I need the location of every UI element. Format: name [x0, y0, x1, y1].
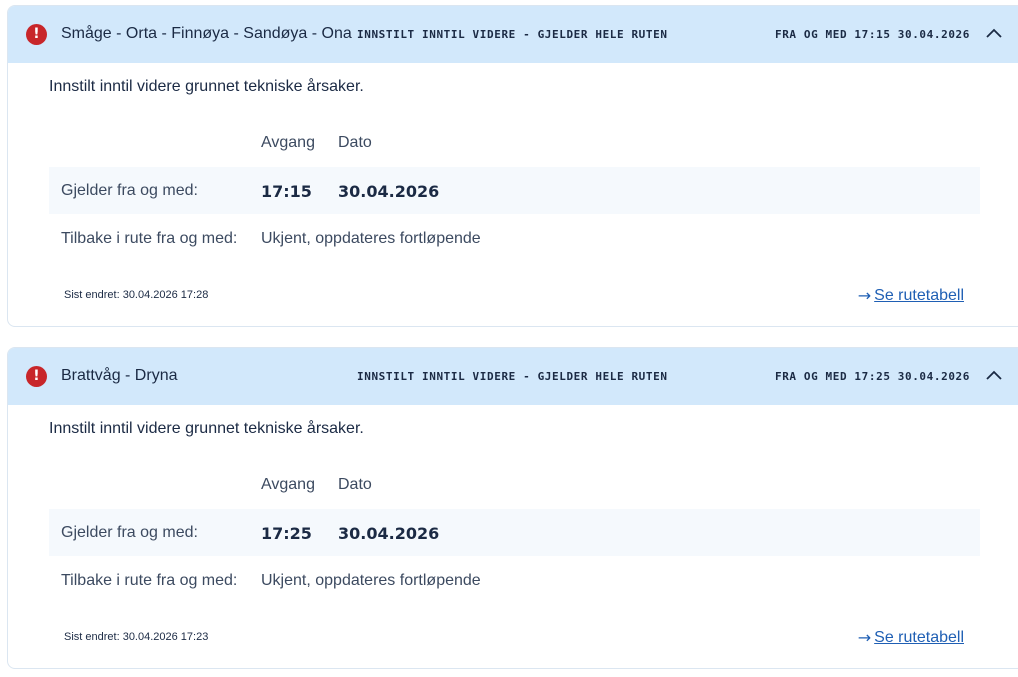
valid-from-date: 30.04.2026: [338, 182, 440, 201]
return-value: Ukjent, oppdateres fortløpende: [261, 572, 481, 589]
chevron-up-icon[interactable]: [984, 24, 1004, 44]
timetable-link[interactable]: → Se rutetabell: [858, 628, 964, 647]
disruption-card: ! Småge - Orta - Finnøya - Sandøya - Ona…: [7, 5, 1018, 327]
exclamation-circle-icon: !: [26, 366, 47, 387]
return-label: Tilbake i rute fra og med:: [61, 572, 238, 589]
column-header-departure: Avgang: [261, 476, 315, 493]
chevron-up-icon[interactable]: [984, 366, 1004, 386]
status-text: INNSTILT INNTIL VIDERE - GJELDER HELE RU…: [357, 370, 668, 383]
card-header[interactable]: ! Småge - Orta - Finnøya - Sandøya - Ona…: [8, 6, 1018, 63]
valid-from-date: 30.04.2026: [338, 524, 440, 543]
timetable-link-label: Se rutetabell: [874, 286, 964, 304]
valid-from-header: FRA OG MED 17:25 30.04.2026: [774, 370, 970, 383]
return-value: Ukjent, oppdateres fortløpende: [261, 230, 481, 247]
disruption-card: ! Brattvåg - Dryna INNSTILT INNTIL VIDER…: [7, 347, 1018, 669]
valid-from-departure: 17:15: [261, 182, 312, 201]
valid-from-label: Gjelder fra og med:: [61, 182, 198, 199]
valid-from-label: Gjelder fra og med:: [61, 524, 198, 541]
notice-description: Innstilt inntil videre grunnet tekniske …: [49, 420, 364, 437]
status-text: INNSTILT INNTIL VIDERE - GJELDER HELE RU…: [357, 28, 668, 41]
column-header-date: Dato: [338, 134, 372, 151]
route-name: Brattvåg - Dryna: [61, 367, 178, 384]
timetable-link-label: Se rutetabell: [874, 628, 964, 646]
column-header-date: Dato: [338, 476, 372, 493]
timetable-link[interactable]: → Se rutetabell: [858, 286, 964, 305]
column-header-departure: Avgang: [261, 134, 315, 151]
last-changed: Sist endret: 30.04.2026 17:28: [64, 289, 209, 301]
return-label: Tilbake i rute fra og med:: [61, 230, 238, 247]
card-header[interactable]: ! Brattvåg - Dryna INNSTILT INNTIL VIDER…: [8, 348, 1018, 405]
valid-from-departure: 17:25: [261, 524, 312, 543]
exclamation-circle-icon: !: [26, 24, 47, 45]
arrow-right-icon: →: [857, 286, 872, 305]
notice-description: Innstilt inntil videre grunnet tekniske …: [49, 78, 364, 95]
valid-from-header: FRA OG MED 17:15 30.04.2026: [774, 28, 970, 41]
last-changed: Sist endret: 30.04.2026 17:23: [64, 631, 209, 643]
arrow-right-icon: →: [857, 628, 872, 647]
route-name: Småge - Orta - Finnøya - Sandøya - Ona: [61, 25, 352, 42]
